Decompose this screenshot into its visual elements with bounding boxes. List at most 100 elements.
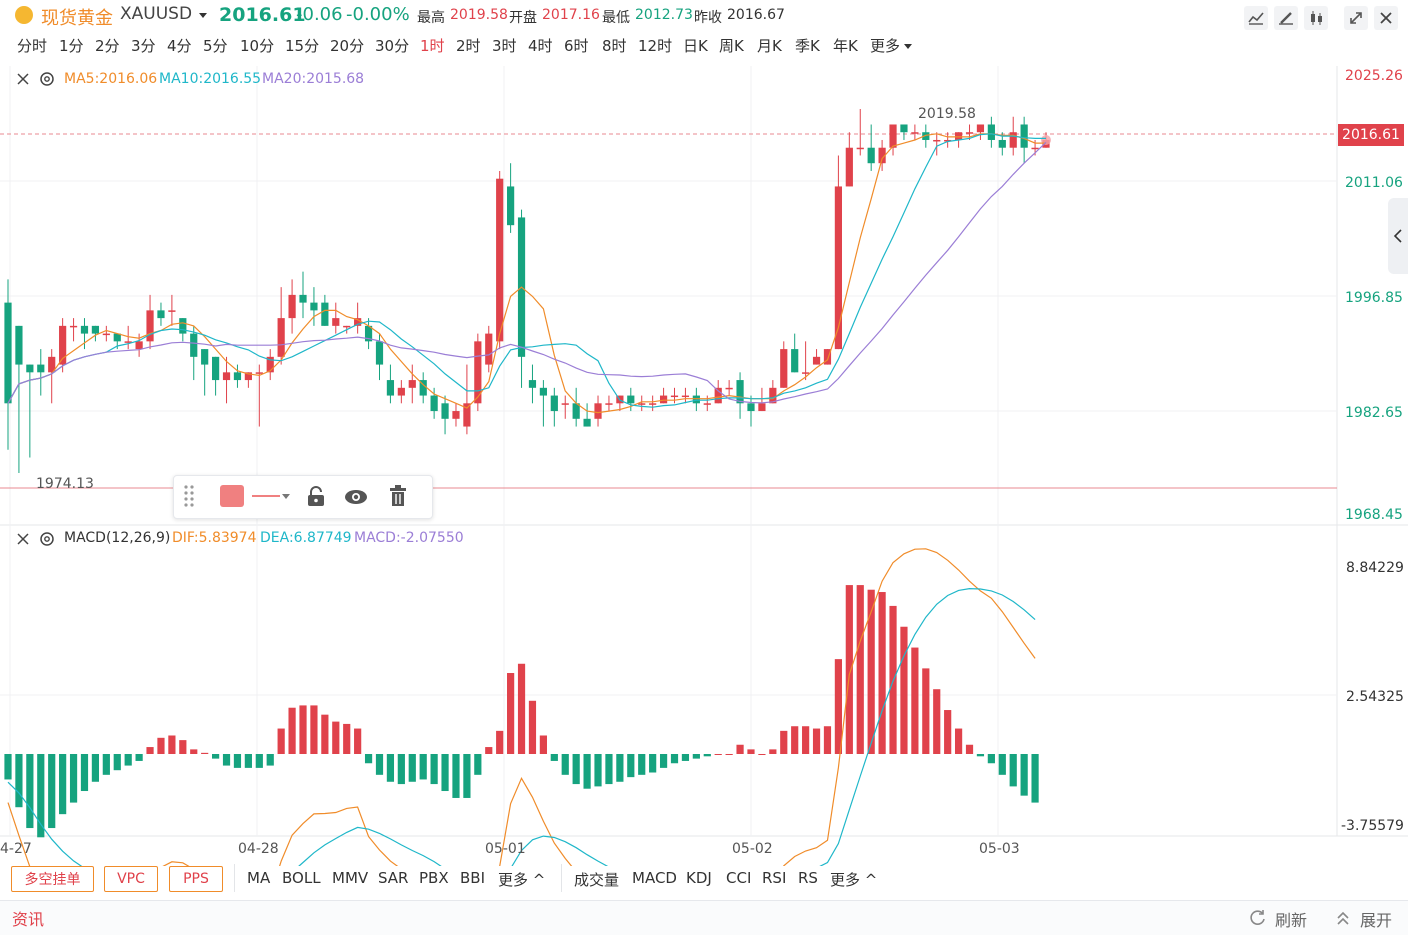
sub-indicator-option[interactable]: CCI: [726, 869, 751, 887]
macd-bar: [507, 673, 515, 754]
expand-button[interactable]: 展开: [1360, 907, 1392, 931]
trash-icon[interactable]: [388, 485, 408, 507]
period-tab[interactable]: 3时: [492, 35, 517, 56]
period-tab[interactable]: 1时: [420, 35, 445, 56]
candlesticks: [4, 108, 1051, 474]
macd-bar: [375, 754, 384, 775]
macd-bar: [845, 585, 853, 754]
period-tab[interactable]: 年K: [833, 35, 858, 56]
ma5-value: MA5:2016.06: [64, 71, 158, 87]
macd-bar: [354, 728, 362, 754]
fullscreen-icon[interactable]: [1344, 6, 1368, 30]
news-tab[interactable]: 资讯: [12, 906, 44, 930]
sub-indicator-option[interactable]: 成交量: [574, 869, 619, 890]
period-tab[interactable]: 4分: [167, 35, 192, 56]
unlock-icon[interactable]: [306, 486, 326, 508]
period-tab[interactable]: 15分: [285, 35, 319, 56]
sub-indicator-option[interactable]: RS: [798, 869, 818, 887]
period-tab[interactable]: 10分: [240, 35, 274, 56]
main-indicator-option[interactable]: PBX: [419, 869, 449, 887]
drag-handle-icon[interactable]: [182, 483, 196, 511]
candle-body: [4, 302, 12, 404]
macd-bar: [80, 754, 89, 792]
macd-bar: [463, 754, 471, 798]
close-icon[interactable]: [1374, 6, 1398, 30]
gold-coin-icon: [15, 6, 33, 24]
macd-bar: [310, 705, 318, 754]
candle-body: [747, 403, 755, 412]
main-indicator-option[interactable]: SAR: [378, 869, 408, 887]
vpc-button[interactable]: VPC: [104, 866, 158, 892]
instrument-symbol[interactable]: XAUUSD: [120, 4, 192, 24]
price-axis-label: 2025.26: [1345, 68, 1403, 84]
candle-body: [233, 372, 242, 381]
period-tab[interactable]: 30分: [375, 35, 409, 56]
period-tab[interactable]: 8时: [602, 35, 627, 56]
sub-indicator-option[interactable]: KDJ: [686, 869, 712, 887]
pps-button[interactable]: PPS: [169, 866, 223, 892]
price-axis-label: 1982.65: [1345, 405, 1403, 421]
period-tab[interactable]: 更多: [870, 35, 900, 56]
main-indicator-option[interactable]: BBI: [460, 869, 485, 887]
close-indicator-icon[interactable]: [14, 530, 32, 548]
candle-body: [26, 364, 34, 373]
candle-body: [954, 132, 963, 140]
period-tab[interactable]: 月K: [757, 35, 782, 56]
sub-indicator-option[interactable]: RSI: [762, 869, 786, 887]
eye-icon[interactable]: [344, 487, 368, 507]
chevron-down-icon[interactable]: [904, 44, 912, 49]
settings-gear-icon[interactable]: [38, 70, 56, 88]
period-tab[interactable]: 6时: [564, 35, 589, 56]
candlestick-icon[interactable]: [1304, 6, 1328, 30]
candle-body: [998, 139, 1006, 148]
main-indicator-option[interactable]: MMV: [332, 869, 368, 887]
candle-body: [845, 147, 853, 187]
macd-bar: [594, 754, 602, 787]
main-indicator-option[interactable]: BOLL: [282, 869, 321, 887]
pen-icon[interactable]: [1274, 6, 1298, 30]
period-tab[interactable]: 1分: [59, 35, 84, 56]
sub-indicator-option[interactable]: MACD: [632, 869, 677, 887]
refresh-button[interactable]: 刷新: [1275, 907, 1307, 931]
candle-body: [15, 325, 23, 365]
period-tab[interactable]: 分时: [17, 35, 47, 56]
period-tab[interactable]: 12时: [638, 35, 672, 56]
kline-chart[interactable]: [0, 66, 1408, 866]
macd-bar: [179, 740, 187, 754]
ma10-line: [7, 133, 1046, 408]
chevron-down-icon[interactable]: [199, 13, 207, 18]
candle-body: [583, 418, 591, 427]
high-value: 2019.58: [450, 7, 508, 23]
period-tab[interactable]: 2分: [95, 35, 120, 56]
ma5-line: [7, 133, 1046, 414]
period-tab[interactable]: 3分: [131, 35, 156, 56]
candle-body: [299, 294, 307, 303]
macd-bar: [856, 585, 864, 754]
period-tab[interactable]: 季K: [795, 35, 820, 56]
side-panel-toggle[interactable]: [1388, 198, 1408, 274]
line-style-selector[interactable]: [252, 495, 280, 497]
sub-indicator-option[interactable]: 更多 ^: [830, 869, 877, 890]
close-indicator-icon[interactable]: [14, 70, 32, 88]
candle-body: [80, 325, 89, 334]
macd-bar: [714, 754, 722, 755]
period-tab[interactable]: 4时: [528, 35, 553, 56]
period-tab[interactable]: 2时: [456, 35, 481, 56]
open-label: 开盘: [509, 10, 537, 26]
candle-body: [867, 147, 875, 164]
period-tab[interactable]: 5分: [203, 35, 228, 56]
main-indicator-option[interactable]: MA: [247, 869, 270, 887]
period-tab[interactable]: 周K: [719, 35, 744, 56]
color-swatch[interactable]: [220, 485, 244, 507]
macd-name: MACD(12,26,9): [64, 530, 171, 546]
line-chart-icon[interactable]: [1244, 6, 1268, 30]
drawing-toolbar: [173, 475, 433, 519]
settings-gear-icon[interactable]: [38, 530, 56, 548]
long-short-orders-button[interactable]: 多空挂单: [11, 866, 94, 892]
period-tab[interactable]: 日K: [683, 35, 708, 56]
refresh-icon[interactable]: [1249, 909, 1267, 927]
chevron-double-up-icon[interactable]: [1336, 909, 1350, 927]
main-indicator-option[interactable]: 更多 ^: [498, 869, 545, 890]
period-tab[interactable]: 20分: [330, 35, 364, 56]
chevron-down-icon[interactable]: [282, 494, 290, 499]
